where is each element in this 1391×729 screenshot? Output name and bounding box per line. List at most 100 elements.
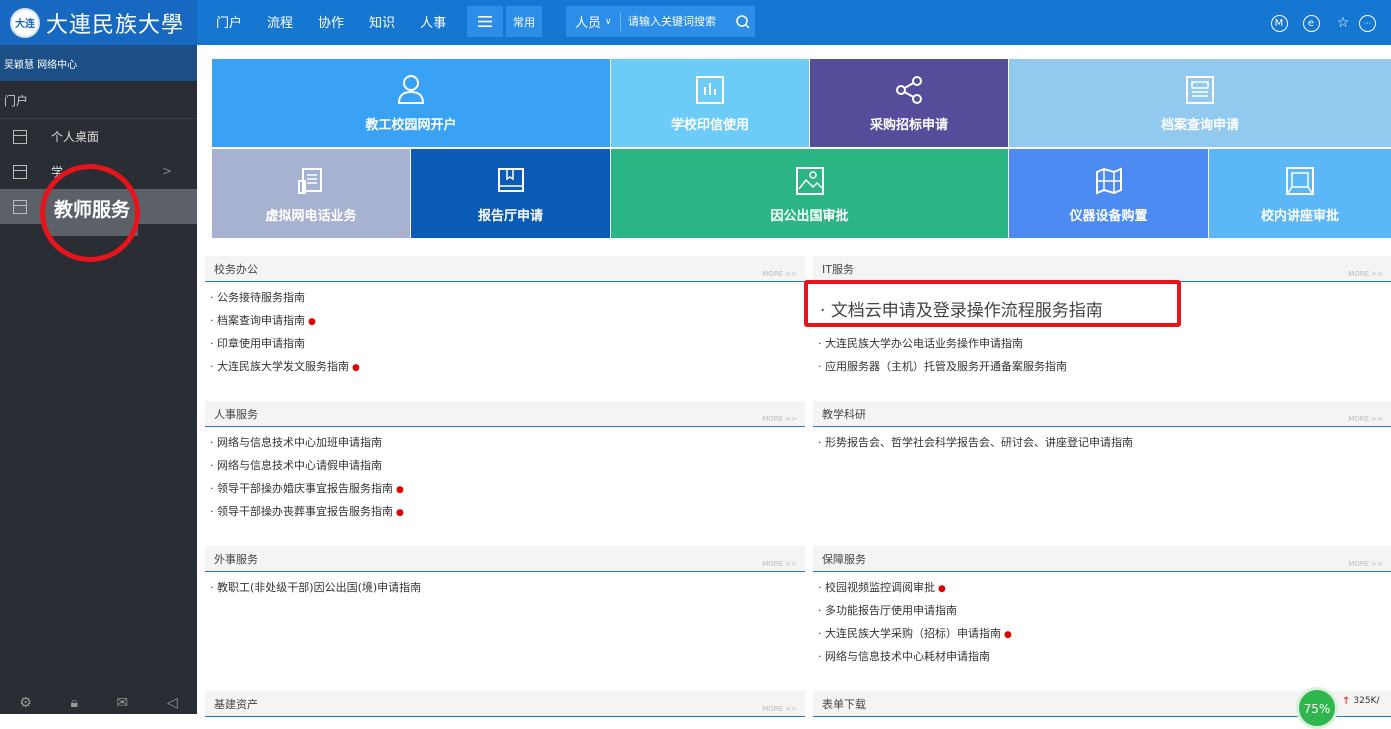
more-link[interactable]: MORE >> (762, 705, 797, 713)
m-icon-label: M (1270, 14, 1288, 32)
speed-rate: 325K/ (1353, 696, 1380, 706)
panel-title: 人事服务 (214, 407, 258, 421)
book-icon (497, 168, 524, 192)
list-item[interactable]: · 校园视频监控调阅审批 ● (813, 576, 1391, 599)
search-category-select[interactable]: 人员 ∨ (566, 12, 621, 31)
list-item[interactable]: · 应用服务器（主机）托管及服务开通备案服务指南 (813, 355, 1391, 378)
more-icon[interactable]: ··· (1359, 12, 1391, 34)
tile-label: 虚拟网电话业务 (265, 209, 357, 224)
panel-teach: 教学科研 MORE >> · 形势报告会、哲学社会科学报告会、研讨会、讲座登记申请… (813, 401, 1391, 454)
tile-label: 报告厅申请 (477, 209, 543, 224)
chart-icon (696, 76, 724, 104)
settings-icon[interactable]: ⚙ (19, 695, 32, 711)
tile-virtual-phone[interactable]: 虚拟网电话业务 (212, 149, 410, 238)
top-icons: M e ☆ ··· (1263, 12, 1391, 34)
common-button[interactable]: 常用 (506, 6, 542, 37)
list-item[interactable]: · 领导干部操办婚庆事宜报告服务指南 ● (205, 477, 805, 500)
new-dot-icon: ● (308, 317, 316, 327)
upload-arrow-icon: ↑ (1342, 695, 1351, 707)
nav-knowledge[interactable]: 知识 (369, 12, 395, 31)
sidebar-section-portal[interactable]: 门户 (0, 81, 197, 119)
search-input[interactable] (628, 15, 733, 28)
list-item[interactable]: · 公务接待服务指南 (205, 286, 805, 309)
user-info: 吴颖慧 网络中心 (0, 45, 197, 81)
new-dot-icon: ● (396, 508, 404, 518)
panel-title: 外事服务 (214, 552, 258, 566)
list-item[interactable]: · 印章使用申请指南 (205, 332, 805, 355)
more-link[interactable]: MORE >> (762, 270, 797, 278)
tile-label: 教工校园网开户 (365, 118, 457, 133)
logo-text: 大連民族大學 (46, 12, 185, 38)
mail-icon[interactable]: ✉ (117, 695, 129, 711)
nav-portal[interactable]: 门户 (216, 12, 242, 31)
more-link[interactable]: MORE >> (762, 560, 797, 568)
new-dot-icon: ● (1004, 630, 1012, 640)
list-item[interactable]: · 档案查询申请指南 ● (205, 309, 805, 332)
nav-collab[interactable]: 协作 (318, 12, 344, 31)
logo[interactable]: 大连 大連民族大學 (0, 0, 197, 45)
newspaper-icon (1186, 76, 1214, 104)
tile-auditorium[interactable]: 报告厅申请 (411, 149, 610, 238)
more-link[interactable]: MORE >> (762, 415, 797, 423)
star-icon[interactable]: ☆ (1327, 12, 1359, 34)
tile-equipment[interactable]: 仪器设备购置 (1009, 149, 1208, 238)
tile-overseas-approval[interactable]: 因公出国审批 (611, 149, 1008, 238)
chevron-right-icon: > (161, 164, 172, 178)
top-bar: 大连 大連民族大學 门户 流程 协作 知识 人事 常用 人员∨ M e ☆ ··… (0, 0, 1391, 45)
panel-header: 外事服务 MORE >> (205, 546, 805, 572)
menu-button[interactable] (467, 6, 503, 37)
sidebar-item-desktop[interactable]: 个人桌面 (0, 119, 197, 154)
tile-procurement[interactable]: 采购招标申请 (810, 59, 1008, 147)
panel-title: 表单下载 (822, 697, 866, 711)
panel-title: IT服务 (822, 262, 854, 276)
inbox-icon (1286, 167, 1314, 195)
speed-gauge: 75% (1296, 687, 1338, 729)
e-icon-label: e (1302, 14, 1320, 32)
panel-header: IT服务 MORE >> (813, 256, 1391, 282)
share-icon (896, 76, 922, 104)
more-link[interactable]: MORE >> (1348, 415, 1383, 423)
sidebar-bottom-bar: ⚙ 🔒︎ ✉ ◁ (0, 692, 197, 714)
panel-header: 人事服务 MORE >> (205, 401, 805, 427)
document-icon (298, 168, 322, 194)
search-icon[interactable] (735, 14, 751, 30)
list-item[interactable]: · 大连民族大学办公电话业务操作申请指南 (813, 332, 1391, 355)
more-link[interactable]: MORE >> (1348, 270, 1383, 278)
tile-campus-network[interactable]: 教工校园网开户 (212, 59, 610, 147)
tile-label: 采购招标申请 (869, 118, 948, 133)
map-icon (1095, 167, 1122, 195)
tile-seal-use[interactable]: 学校印信使用 (611, 59, 809, 147)
list-item[interactable]: · 大连民族大学发文服务指南 ● (205, 355, 805, 378)
list-item[interactable]: · 领导干部操办丧葬事宜报告服务指南 ● (205, 500, 805, 523)
hamburger-icon (478, 16, 492, 27)
tile-lecture-approval[interactable]: 校内讲座审批 (1209, 149, 1391, 238)
list-item[interactable]: · 网络与信息技术中心加班申请指南 (205, 431, 805, 454)
list-item[interactable]: · 网络与信息技术中心请假申请指南 (205, 454, 805, 477)
panel-title: 教学科研 (822, 407, 866, 421)
panel-title: 保障服务 (822, 552, 866, 566)
sidebar: 吴颖慧 网络中心 门户 个人桌面 学 > 教师服务 ⚙ 🔒︎ ✉ ◁ (0, 45, 197, 714)
new-dot-icon: ● (396, 485, 404, 495)
chevron-down-icon: ∨ (605, 16, 612, 27)
network-speed-widget[interactable]: 75% ↑ 325K/ (1296, 687, 1391, 729)
lock-icon[interactable]: 🔒︎ (70, 695, 77, 711)
e-icon[interactable]: e (1295, 12, 1327, 34)
m-icon[interactable]: M (1263, 12, 1295, 34)
annotation-red-box (804, 280, 1181, 327)
list-item[interactable]: · 形势报告会、哲学社会科学报告会、研讨会、讲座登记申请指南 (813, 431, 1391, 454)
list-item[interactable]: · 大连民族大学采购（招标）申请指南 ● (813, 622, 1391, 645)
list-item[interactable]: · 多功能报告厅使用申请指南 (813, 599, 1391, 622)
desktop-icon (13, 129, 27, 144)
more-link[interactable]: MORE >> (1348, 560, 1383, 568)
tile-archive-query[interactable]: 档案查询申请 (1009, 59, 1391, 147)
list-item[interactable]: · 教职工(非处级干部)因公出国(境)申请指南 (205, 576, 805, 599)
nav-hr[interactable]: 人事 (420, 12, 446, 31)
list-item[interactable]: · 网络与信息技术中心耗材申请指南 (813, 645, 1391, 668)
annotation-red-circle (40, 164, 140, 262)
new-dot-icon: ● (352, 363, 360, 373)
panel-title: 基建资产 (214, 697, 258, 711)
tile-label: 档案查询申请 (1160, 118, 1239, 133)
speaker-icon[interactable]: ◁ (167, 695, 178, 711)
nav-process[interactable]: 流程 (267, 12, 293, 31)
tile-label: 校内讲座审批 (1260, 209, 1339, 224)
